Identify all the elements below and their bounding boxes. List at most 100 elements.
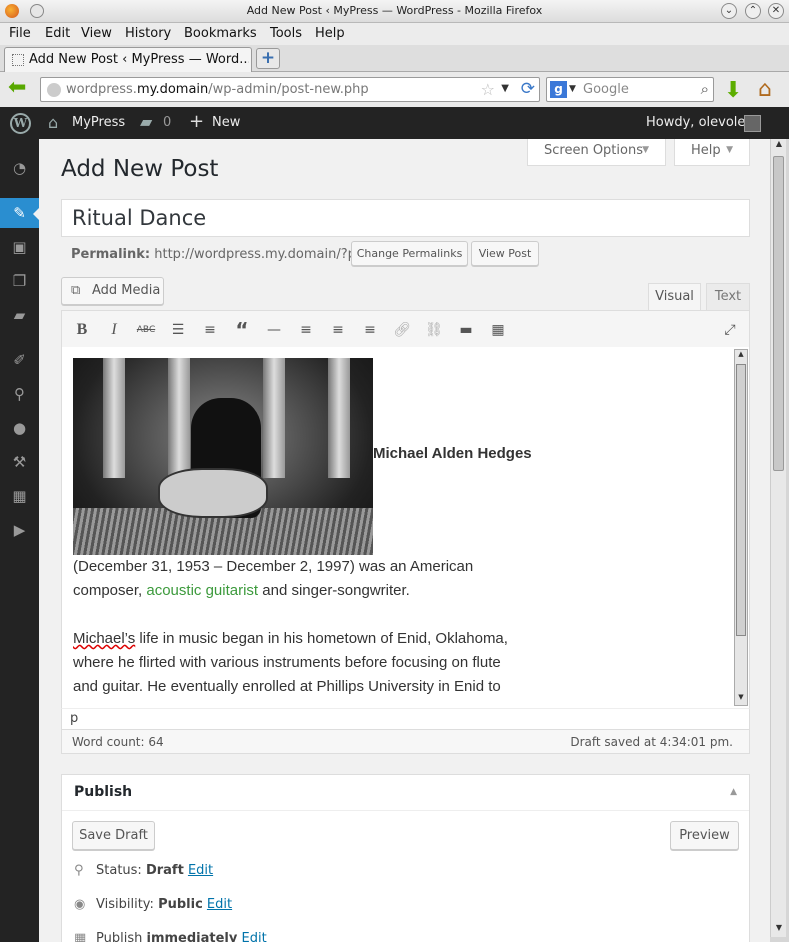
publish-time-row: ▦ Publish immediately Edit (74, 931, 267, 942)
editor-content[interactable]: Michael Alden Hedges (December 31, 1953 … (61, 347, 750, 708)
musician-photo[interactable] (73, 358, 373, 555)
permalink-url[interactable]: http://wordpress.my.domain/?p=4 (154, 247, 375, 262)
tools-icon[interactable]: ⚒ (0, 447, 39, 477)
comments-menu-icon[interactable]: ▰ (0, 300, 39, 330)
avatar[interactable] (744, 115, 761, 132)
scroll-up-icon[interactable]: ▲ (771, 139, 787, 153)
help-button[interactable]: Help ▼ (674, 139, 750, 166)
page-scrollbar[interactable]: ▲ ▼ (770, 139, 786, 937)
reload-icon[interactable]: ⟳ (521, 79, 535, 99)
align-center-icon[interactable]: ≡ (328, 320, 348, 340)
scroll-down-icon[interactable]: ▼ (771, 923, 787, 937)
posts-icon[interactable]: ✎ (0, 198, 39, 228)
menu-tools[interactable]: Tools (270, 26, 302, 41)
chevron-down-icon: ▼ (642, 145, 649, 155)
bold-icon[interactable]: B (72, 320, 92, 340)
download-icon[interactable]: ⬇ (724, 78, 742, 103)
status-value: Draft (145, 863, 184, 878)
numbered-list-icon[interactable]: ≡ (200, 320, 220, 340)
word-count: Word count: 64 (72, 735, 164, 749)
engine-dropdown-icon[interactable]: ▼ (569, 84, 576, 94)
page-scroll-thumb[interactable] (773, 156, 784, 471)
url-dropdown-icon[interactable]: ▼ (501, 83, 509, 94)
edit-publish-time-link[interactable]: Edit (242, 931, 267, 942)
new-content-link[interactable]: New (212, 115, 240, 130)
comments-icon[interactable]: ▰ (140, 112, 152, 131)
url-text: wordpress.my.domain/wp-admin/post-new.ph… (66, 82, 369, 97)
bullet-list-icon[interactable]: ☰ (168, 320, 188, 340)
read-more-icon[interactable]: ▬ (456, 320, 476, 340)
post-title-input[interactable]: Ritual Dance (61, 199, 750, 237)
maximize-button[interactable]: ⌃ (745, 3, 761, 19)
preview-button[interactable]: Preview (670, 821, 739, 850)
dashboard-icon[interactable]: ◔ (0, 153, 39, 183)
back-arrow-icon[interactable]: ⬅ (8, 77, 32, 100)
collapse-arrow-icon[interactable]: ▲ (730, 787, 737, 797)
photo-column (328, 358, 350, 478)
home-icon[interactable]: ⌂ (758, 77, 772, 102)
menu-edit[interactable]: Edit (45, 26, 70, 41)
menu-file[interactable]: File (9, 26, 31, 41)
horizontal-line-icon[interactable]: — (264, 320, 284, 340)
admin-sidebar: ◔ ✎ ▣ ❐ ▰ ✐ ⚲ ● ⚒ ▦ ▶ (0, 139, 39, 942)
fullscreen-icon[interactable]: ⤢ (720, 320, 740, 340)
acoustic-guitarist-link[interactable]: acoustic guitarist (146, 582, 258, 599)
search-icon[interactable]: ⌕ (701, 80, 709, 98)
site-name-link[interactable]: MyPress (72, 115, 125, 130)
insert-link-icon[interactable]: 🔗︎ (392, 320, 412, 340)
save-draft-button[interactable]: Save Draft (72, 821, 155, 850)
editor-toolbar: B I ABC ☰ ≡ “ — ≡ ≡ ≡ 🔗︎ ⛓︎ ▬ ▦ ⤢ (61, 310, 750, 348)
view-post-button[interactable]: View Post (471, 241, 539, 266)
change-permalinks-button[interactable]: Change Permalinks (351, 241, 468, 266)
collapse-menu-icon[interactable]: ▶ (0, 515, 39, 545)
editor-path-bar: p (61, 708, 750, 730)
new-tab-button[interactable]: + (256, 48, 280, 69)
settings-icon[interactable]: ▦ (0, 481, 39, 511)
scroll-up-icon[interactable]: ▲ (735, 350, 747, 362)
align-left-icon[interactable]: ≡ (296, 320, 316, 340)
home-site-icon[interactable]: ⌂ (48, 113, 58, 132)
editor-scrollbar[interactable]: ▲ ▼ (734, 349, 748, 706)
permalink-row: Permalink: http://wordpress.my.domain/?p… (71, 247, 375, 262)
editor-path[interactable]: p (70, 711, 78, 726)
url-bar[interactable]: wordpress.my.domain/wp-admin/post-new.ph… (40, 77, 540, 102)
edit-visibility-link[interactable]: Edit (207, 897, 232, 912)
editor-scroll-thumb[interactable] (736, 364, 746, 636)
menu-history[interactable]: History (125, 26, 171, 41)
blockquote-icon[interactable]: “ (232, 320, 252, 340)
users-icon[interactable]: ● (0, 413, 39, 443)
howdy-user[interactable]: Howdy, olevole (646, 115, 745, 130)
close-button[interactable]: ✕ (768, 3, 784, 19)
help-label: Help (691, 143, 721, 158)
tab-visual[interactable]: Visual (648, 283, 701, 311)
scroll-down-icon[interactable]: ▼ (735, 693, 747, 705)
publish-title: Publish (74, 784, 133, 800)
plus-icon[interactable]: + (189, 111, 204, 132)
strikethrough-icon[interactable]: ABC (136, 320, 156, 340)
browser-tab[interactable]: Add New Post ‹ MyPress — Word... (4, 47, 252, 72)
align-right-icon[interactable]: ≡ (360, 320, 380, 340)
appearance-icon[interactable]: ✐ (0, 345, 39, 375)
media-icon[interactable]: ▣ (0, 232, 39, 262)
publish-header[interactable]: Publish ▲ (62, 775, 749, 811)
add-media-button[interactable]: ⧉ Add Media (61, 277, 164, 305)
toolbar-toggle-icon[interactable]: ▦ (488, 320, 508, 340)
wordpress-logo-icon[interactable]: W (10, 113, 31, 134)
menu-view[interactable]: View (81, 26, 112, 41)
remove-link-icon[interactable]: ⛓︎ (424, 320, 444, 340)
google-icon[interactable]: g (550, 81, 567, 98)
minimize-button[interactable]: ⌄ (721, 3, 737, 19)
plugins-icon[interactable]: ⚲ (0, 379, 39, 409)
italic-icon[interactable]: I (104, 320, 124, 340)
comments-count[interactable]: 0 (163, 115, 171, 130)
site-identity-icon[interactable] (47, 83, 61, 97)
tab-text[interactable]: Text (706, 283, 750, 311)
edit-status-link[interactable]: Edit (188, 863, 213, 878)
screen-options-button[interactable]: Screen Options ▼ (527, 139, 666, 166)
menu-help[interactable]: Help (315, 26, 345, 41)
menu-bookmarks[interactable]: Bookmarks (184, 26, 257, 41)
menu-bar: File Edit View History Bookmarks Tools H… (0, 23, 789, 45)
search-bar[interactable]: g ▼ Google ⌕ (546, 77, 714, 102)
bookmark-star-icon[interactable]: ☆ (481, 80, 495, 99)
pages-icon[interactable]: ❐ (0, 266, 39, 296)
